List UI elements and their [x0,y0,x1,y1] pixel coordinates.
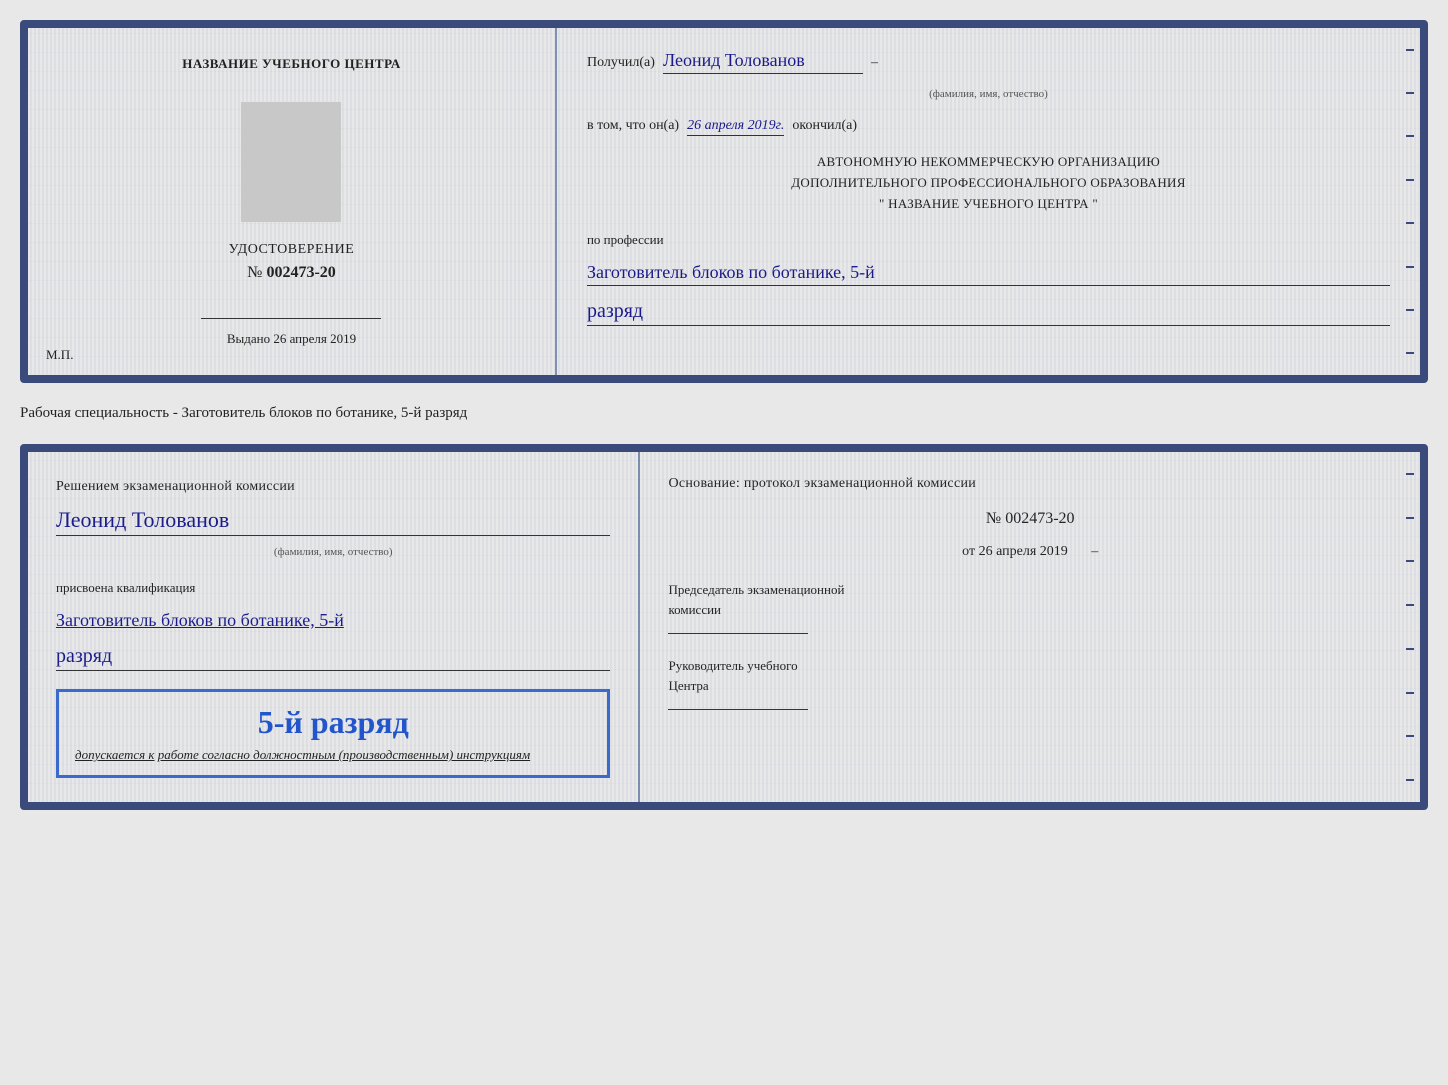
predsedatel-line2: комиссии [668,600,1392,620]
photo-placeholder [241,102,341,222]
mp-label: М.П. [46,347,73,363]
profession-name-top: Заготовитель блоков по ботанике, 5-й [587,262,1390,286]
edge-mark [1406,735,1414,737]
poluchil-label: Получил(а) [587,55,655,71]
edge-mark [1406,135,1414,137]
specialty-label: Рабочая специальность - Заготовитель бло… [20,401,1428,426]
top-document: НАЗВАНИЕ УЧЕБНОГО ЦЕНТРА УДОСТОВЕРЕНИЕ №… [20,20,1428,383]
edge-mark [1406,517,1414,519]
top-doc-right: Получил(а) Леонид Толованов – (фамилия, … [557,28,1420,375]
avt-line3: " НАЗВАНИЕ УЧЕБНОГО ЦЕНТРА " [587,194,1390,215]
edge-mark [1406,560,1414,562]
vtom-row: в том, что он(а) 26 апреля 2019г. окончи… [587,118,1390,136]
dash2: – [1091,544,1098,559]
edge-mark [1406,473,1414,475]
udostoverenie-label: УДОСТОВЕРЕНИЕ [229,242,355,258]
ot-date: от 26 апреля 2019 – [668,544,1392,560]
prisvoena-label: присвоена квалификация [56,580,610,596]
edge-mark [1406,779,1414,781]
edge-mark [1406,266,1414,268]
razryad-top: разряд [587,300,1390,326]
certificate-number: 002473-20 [266,264,335,281]
protocol-num-value: 002473-20 [1005,510,1074,527]
stamp-box: 5-й разряд допускается к работе согласно… [56,689,610,778]
ot-date-value: 26 апреля 2019 [979,544,1068,559]
bottom-name: Леонид Толованов [56,507,610,536]
recipient-name: Леонид Толованов [663,50,863,74]
protocol-prefix: № [986,510,1001,527]
edge-marks-bottom [1406,452,1414,802]
rukovoditel-block: Руководитель учебного Центра [668,656,1392,710]
fio-subtitle-bottom: (фамилия, имя, отчество) [56,546,610,558]
predsedatel-line1: Председатель экзаменационной [668,580,1392,600]
po-professii-label: по профессии [587,232,1390,248]
edge-mark [1406,648,1414,650]
bottom-doc-right: Основание: протокол экзаменационной коми… [640,452,1420,802]
rukovoditel-sign-line [668,709,808,710]
dopuskaetsya-label: допускается к [75,747,155,762]
razryad-bottom: разряд [56,645,610,671]
issue-date: 26 апреля 2019г. [687,118,784,136]
top-signature-line [201,318,381,319]
bottom-doc-left: Решением экзаменационной комиссии Леонид… [28,452,640,802]
edge-mark [1406,352,1414,354]
edge-mark [1406,222,1414,224]
vydano-label: Выдано [227,331,270,346]
top-doc-left: НАЗВАНИЕ УЧЕБНОГО ЦЕНТРА УДОСТОВЕРЕНИЕ №… [28,28,557,375]
rukovoditel-line2: Центра [668,676,1392,696]
vydano-date: 26 апреля 2019 [273,331,356,346]
protocol-number: № 002473-20 [668,510,1392,528]
rukovoditel-label: Руководитель учебного Центра [668,656,1392,695]
edge-mark [1406,692,1414,694]
edge-mark [1406,604,1414,606]
fio-subtitle-top: (фамилия, имя, отчество) [587,88,1390,100]
qualification-name: Заготовитель блоков по ботанике, 5-й [56,608,610,633]
vtom-label: в том, что он(а) [587,118,679,134]
predsedatel-sign-line [668,633,808,634]
okonchil-label: окончил(а) [792,118,857,134]
edge-mark [1406,309,1414,311]
dopuskaetsya-text: допускается к работе согласно должностны… [75,747,591,763]
rukovoditel-line1: Руководитель учебного [668,656,1392,676]
number-prefix: № [247,264,262,281]
avt-line2: ДОПОЛНИТЕЛЬНОГО ПРОФЕССИОНАЛЬНОГО ОБРАЗО… [587,173,1390,194]
resheniem-text: Решением экзаменационной комиссии [56,476,610,497]
bottom-document: Решением экзаменационной комиссии Леонид… [20,444,1428,810]
certificate-number-line: № 002473-20 [247,264,336,282]
predsedatel-block: Председатель экзаменационной комиссии [668,580,1392,634]
stamp-grade: 5-й разряд [75,704,591,741]
edge-mark [1406,179,1414,181]
poluchil-row: Получил(а) Леонид Толованов – [587,50,1390,74]
top-center-name: НАЗВАНИЕ УЧЕБНОГО ЦЕНТРА [182,56,401,72]
osnovanie-title: Основание: протокол экзаменационной коми… [668,476,1392,492]
vydano-line: Выдано 26 апреля 2019 [227,331,356,347]
ot-prefix: от [962,544,975,559]
page-wrapper: НАЗВАНИЕ УЧЕБНОГО ЦЕНТРА УДОСТОВЕРЕНИЕ №… [20,20,1428,810]
predsedatel-label: Председатель экзаменационной комиссии [668,580,1392,619]
avt-line1: АВТОНОМНУЮ НЕКОММЕРЧЕСКУЮ ОРГАНИЗАЦИЮ [587,152,1390,173]
edge-mark [1406,92,1414,94]
rabota-italic: работе согласно должностным (производств… [158,747,530,762]
edge-marks-top [1406,28,1414,375]
dash: – [871,55,878,71]
edge-mark [1406,49,1414,51]
avt-block: АВТОНОМНУЮ НЕКОММЕРЧЕСКУЮ ОРГАНИЗАЦИЮ ДО… [587,152,1390,214]
